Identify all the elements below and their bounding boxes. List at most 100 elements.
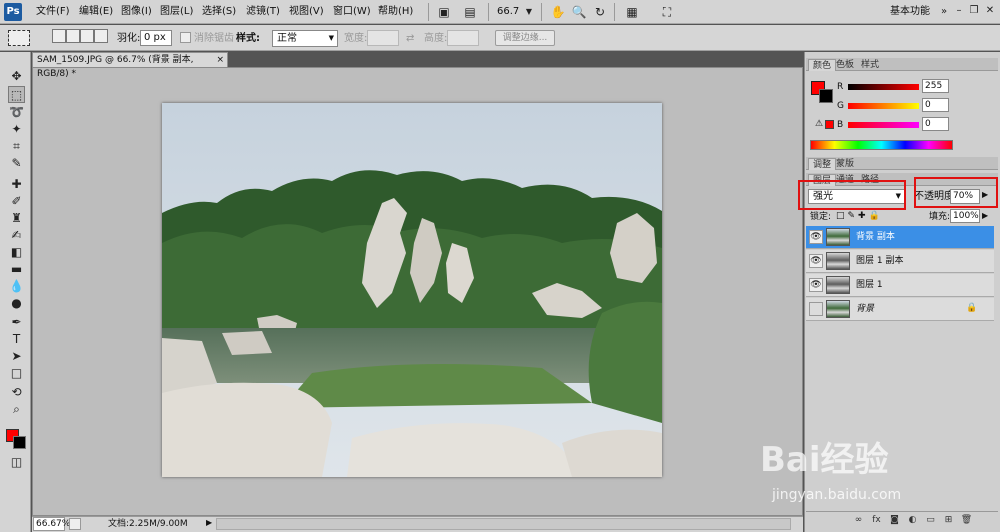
eyedropper-icon[interactable]: ✎	[8, 155, 25, 172]
eye-icon[interactable]: 👁	[809, 254, 823, 268]
magic-wand-icon[interactable]: ✦	[8, 121, 25, 138]
dodge-tool-icon[interactable]: ●	[8, 295, 25, 312]
status-menu-arrow-icon[interactable]: ▶	[206, 518, 212, 527]
document-image[interactable]	[162, 103, 662, 477]
menu-help[interactable]: 帮助(H)	[378, 5, 413, 19]
tab-styles[interactable]: 样式	[857, 59, 883, 71]
gradient-tool-icon[interactable]: ▬	[8, 261, 25, 278]
pen-tool-icon[interactable]: ✒	[8, 314, 25, 331]
menu-edit[interactable]: 编辑(E)	[79, 5, 113, 19]
menu-window[interactable]: 窗口(W)	[333, 5, 371, 19]
bridge-icon[interactable]: ▣	[436, 4, 452, 20]
color-panel-background-swatch[interactable]	[819, 89, 833, 103]
menu-filter[interactable]: 滤镜(T)	[246, 5, 280, 19]
height-input[interactable]	[447, 30, 479, 46]
delete-layer-icon[interactable]: 🗑	[960, 514, 973, 527]
shape-tool-icon[interactable]: □	[8, 365, 25, 382]
feather-input[interactable]: 0 px	[140, 30, 172, 46]
close-tab-icon[interactable]: ×	[216, 53, 224, 67]
minimize-icon[interactable]: –	[952, 4, 966, 18]
zoom-level[interactable]: 66.7	[497, 5, 519, 19]
swap-icon[interactable]: ⇄	[406, 32, 414, 46]
move-tool-icon[interactable]: ✥	[8, 68, 25, 85]
horizontal-scrollbar[interactable]	[216, 518, 791, 530]
status-zoom-field[interactable]: 66.67%	[33, 517, 70, 531]
eye-icon[interactable]: 👁	[809, 230, 823, 244]
healing-brush-icon[interactable]: ✚	[8, 176, 25, 193]
arrange-documents-icon[interactable]: ▦	[624, 4, 640, 20]
crop-tool-icon[interactable]: ⌗	[8, 138, 25, 155]
separator	[541, 3, 542, 21]
width-input[interactable]	[367, 30, 399, 46]
add-selection-icon[interactable]	[66, 29, 80, 43]
document-tab[interactable]: SAM_1509.JPG @ 66.7% (背景 副本, RGB/8) * ×	[32, 52, 228, 79]
screen-mode-icon[interactable]: ⛶	[659, 4, 675, 20]
clone-stamp-icon[interactable]: ♜	[8, 210, 25, 227]
restore-icon[interactable]: ❐	[967, 4, 981, 18]
marquee-preset-icon[interactable]	[8, 30, 30, 46]
add-mask-icon[interactable]: ◙	[888, 514, 901, 527]
3d-rotate-icon[interactable]: ⟲	[8, 384, 25, 401]
fill-input[interactable]: 100%	[950, 209, 980, 223]
eye-hidden-icon[interactable]	[809, 302, 823, 316]
menu-file[interactable]: 文件(F)	[36, 5, 70, 19]
new-group-icon[interactable]: ▭	[924, 514, 937, 527]
eraser-icon[interactable]: ◧	[8, 244, 25, 261]
blur-tool-icon[interactable]: 💧	[8, 278, 25, 295]
new-layer-icon[interactable]: ⊞	[942, 514, 955, 527]
workspace-more-icon[interactable]: »	[936, 4, 952, 20]
background-color-swatch[interactable]	[13, 436, 26, 449]
feather-label: 羽化:	[117, 33, 141, 44]
zoom-tool-icon[interactable]: 🔍	[571, 4, 587, 20]
lasso-tool-icon[interactable]: ➰	[8, 104, 25, 121]
workspace-switcher[interactable]: 基本功能	[890, 5, 930, 19]
link-layers-icon[interactable]: ∞	[852, 514, 865, 527]
blue-slider[interactable]	[848, 122, 919, 128]
gamut-warning-icon[interactable]: ⚠	[815, 119, 823, 129]
gamut-color-swatch[interactable]	[825, 120, 834, 129]
menu-layer[interactable]: 图层(L)	[160, 5, 193, 19]
layer-row[interactable]: 👁 背景 副本	[806, 226, 994, 249]
blue-value[interactable]: 0	[922, 117, 949, 131]
chevron-down-icon[interactable]: ▼	[521, 4, 537, 20]
brush-tool-icon[interactable]: ✐	[8, 193, 25, 210]
color-spectrum-bar[interactable]	[810, 140, 953, 150]
zoom-icon[interactable]: ⌕	[8, 401, 25, 418]
antialias-checkbox[interactable]	[180, 32, 191, 43]
menu-image[interactable]: 图像(I)	[121, 5, 152, 19]
tab-masks[interactable]: 蒙版	[832, 158, 858, 170]
tab-swatches[interactable]: 色板	[832, 59, 858, 71]
quick-mask-icon[interactable]: ◫	[8, 454, 25, 471]
type-tool-icon[interactable]: T	[8, 331, 25, 348]
refine-edge-button[interactable]: 调整边缘...	[495, 30, 555, 46]
new-selection-icon[interactable]	[52, 29, 66, 43]
style-select[interactable]: 正常 ▼	[272, 30, 338, 47]
red-value[interactable]: 255	[922, 79, 949, 93]
layer-row[interactable]: 背景 🔒	[806, 298, 994, 321]
layer-row[interactable]: 👁 图层 1	[806, 274, 994, 297]
path-selection-icon[interactable]: ➤	[8, 348, 25, 365]
menu-view[interactable]: 视图(V)	[289, 5, 324, 19]
green-value[interactable]: 0	[922, 98, 949, 112]
lock-label: 锁定:	[810, 212, 832, 222]
green-slider[interactable]	[848, 103, 919, 109]
layer-style-icon[interactable]: fx	[870, 514, 883, 527]
close-icon[interactable]: ✕	[983, 4, 997, 18]
fill-arrow-icon[interactable]: ▶	[982, 211, 988, 220]
mini-bridge-icon[interactable]: ▤	[462, 4, 478, 20]
hand-tool-icon[interactable]: ✋	[550, 4, 566, 20]
lock-options-icons[interactable]: □✎✚🔒	[836, 211, 883, 221]
eye-icon[interactable]: 👁	[809, 278, 823, 292]
history-brush-icon[interactable]: ✍	[8, 227, 25, 244]
red-slider[interactable]	[848, 84, 919, 90]
adjustment-layer-icon[interactable]: ◐	[906, 514, 919, 527]
marquee-tool-icon[interactable]: ⬚	[8, 86, 25, 103]
fill-label: 填充:	[929, 212, 951, 222]
layer-row[interactable]: 👁 图层 1 副本	[806, 250, 994, 273]
rotate-view-icon[interactable]: ↻	[592, 4, 608, 20]
status-icon[interactable]	[69, 518, 81, 530]
menu-select[interactable]: 选择(S)	[202, 5, 236, 19]
red-channel-label: R	[837, 82, 844, 92]
subtract-selection-icon[interactable]	[80, 29, 94, 43]
intersect-selection-icon[interactable]	[94, 29, 108, 43]
